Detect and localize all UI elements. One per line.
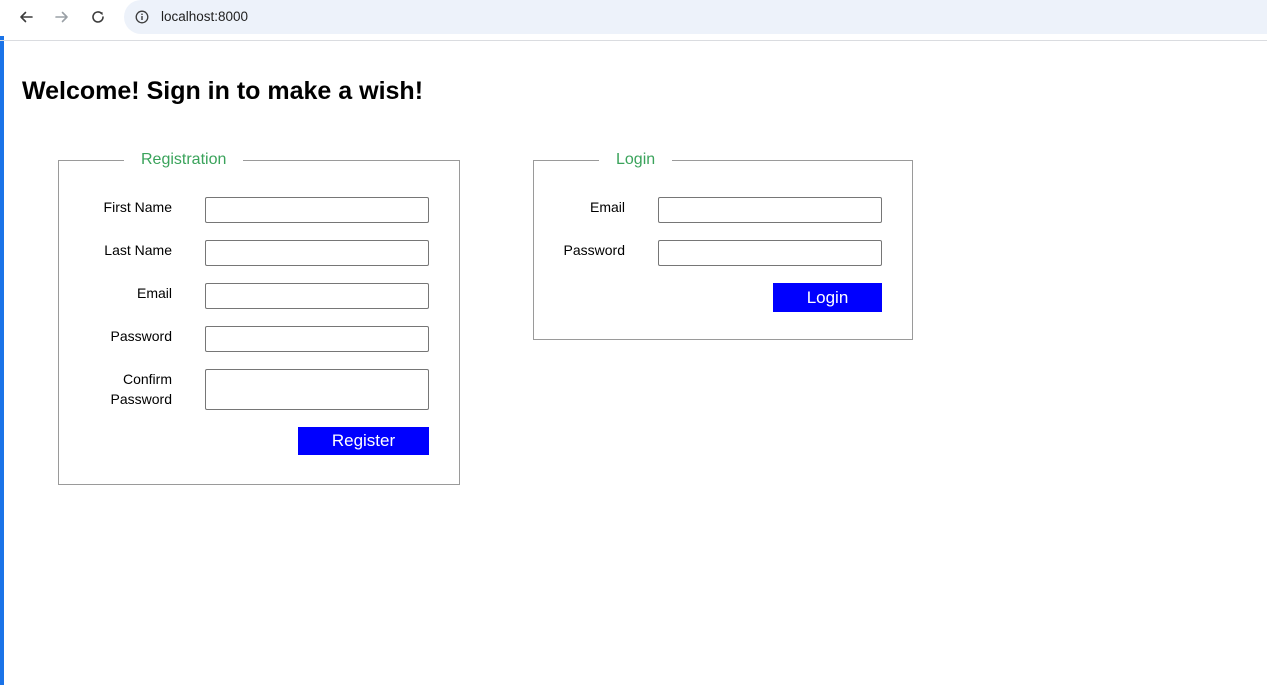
password-label: Password: [110, 328, 172, 344]
arrow-right-icon: [55, 11, 68, 23]
login-form: Login Email Password Login: [533, 151, 913, 340]
register-button[interactable]: Register: [298, 427, 429, 455]
address-bar[interactable]: localhost:8000: [124, 0, 1267, 34]
login-password-input[interactable]: [658, 240, 882, 266]
browser-toolbar: localhost:8000: [0, 0, 1267, 36]
window-edge-accent: [0, 0, 4, 685]
last-name-input[interactable]: [205, 240, 429, 266]
login-button[interactable]: Login: [773, 283, 882, 312]
reload-button[interactable]: [86, 5, 110, 29]
login-password-label: Password: [563, 242, 625, 258]
login-email-label: Email: [589, 199, 625, 215]
back-button[interactable]: [14, 5, 38, 29]
reload-icon: [92, 11, 104, 23]
url-text: localhost:8000: [161, 9, 249, 24]
confirm-password-label-line2: Password: [110, 391, 172, 407]
registration-form: Registration First Name Last Name Email …: [58, 151, 460, 485]
registration-email-input[interactable]: [205, 283, 429, 309]
info-icon: [135, 10, 149, 24]
arrow-left-icon: [20, 11, 33, 23]
last-name-label: Last Name: [104, 242, 172, 258]
first-name-label: First Name: [103, 199, 172, 215]
login-email-input[interactable]: [658, 197, 882, 223]
page-title: Welcome! Sign in to make a wish!: [22, 77, 424, 105]
first-name-input[interactable]: [205, 197, 429, 223]
registration-password-input[interactable]: [205, 326, 429, 352]
registration-legend: Registration: [124, 151, 244, 169]
login-legend: Login: [599, 151, 673, 169]
email-label: Email: [136, 285, 172, 301]
confirm-password-label-line1: Confirm: [122, 371, 172, 387]
forward-button[interactable]: [50, 5, 74, 29]
site-info-button[interactable]: [134, 9, 150, 25]
confirm-password-input[interactable]: [205, 369, 429, 410]
toolbar-divider: [0, 40, 1267, 41]
